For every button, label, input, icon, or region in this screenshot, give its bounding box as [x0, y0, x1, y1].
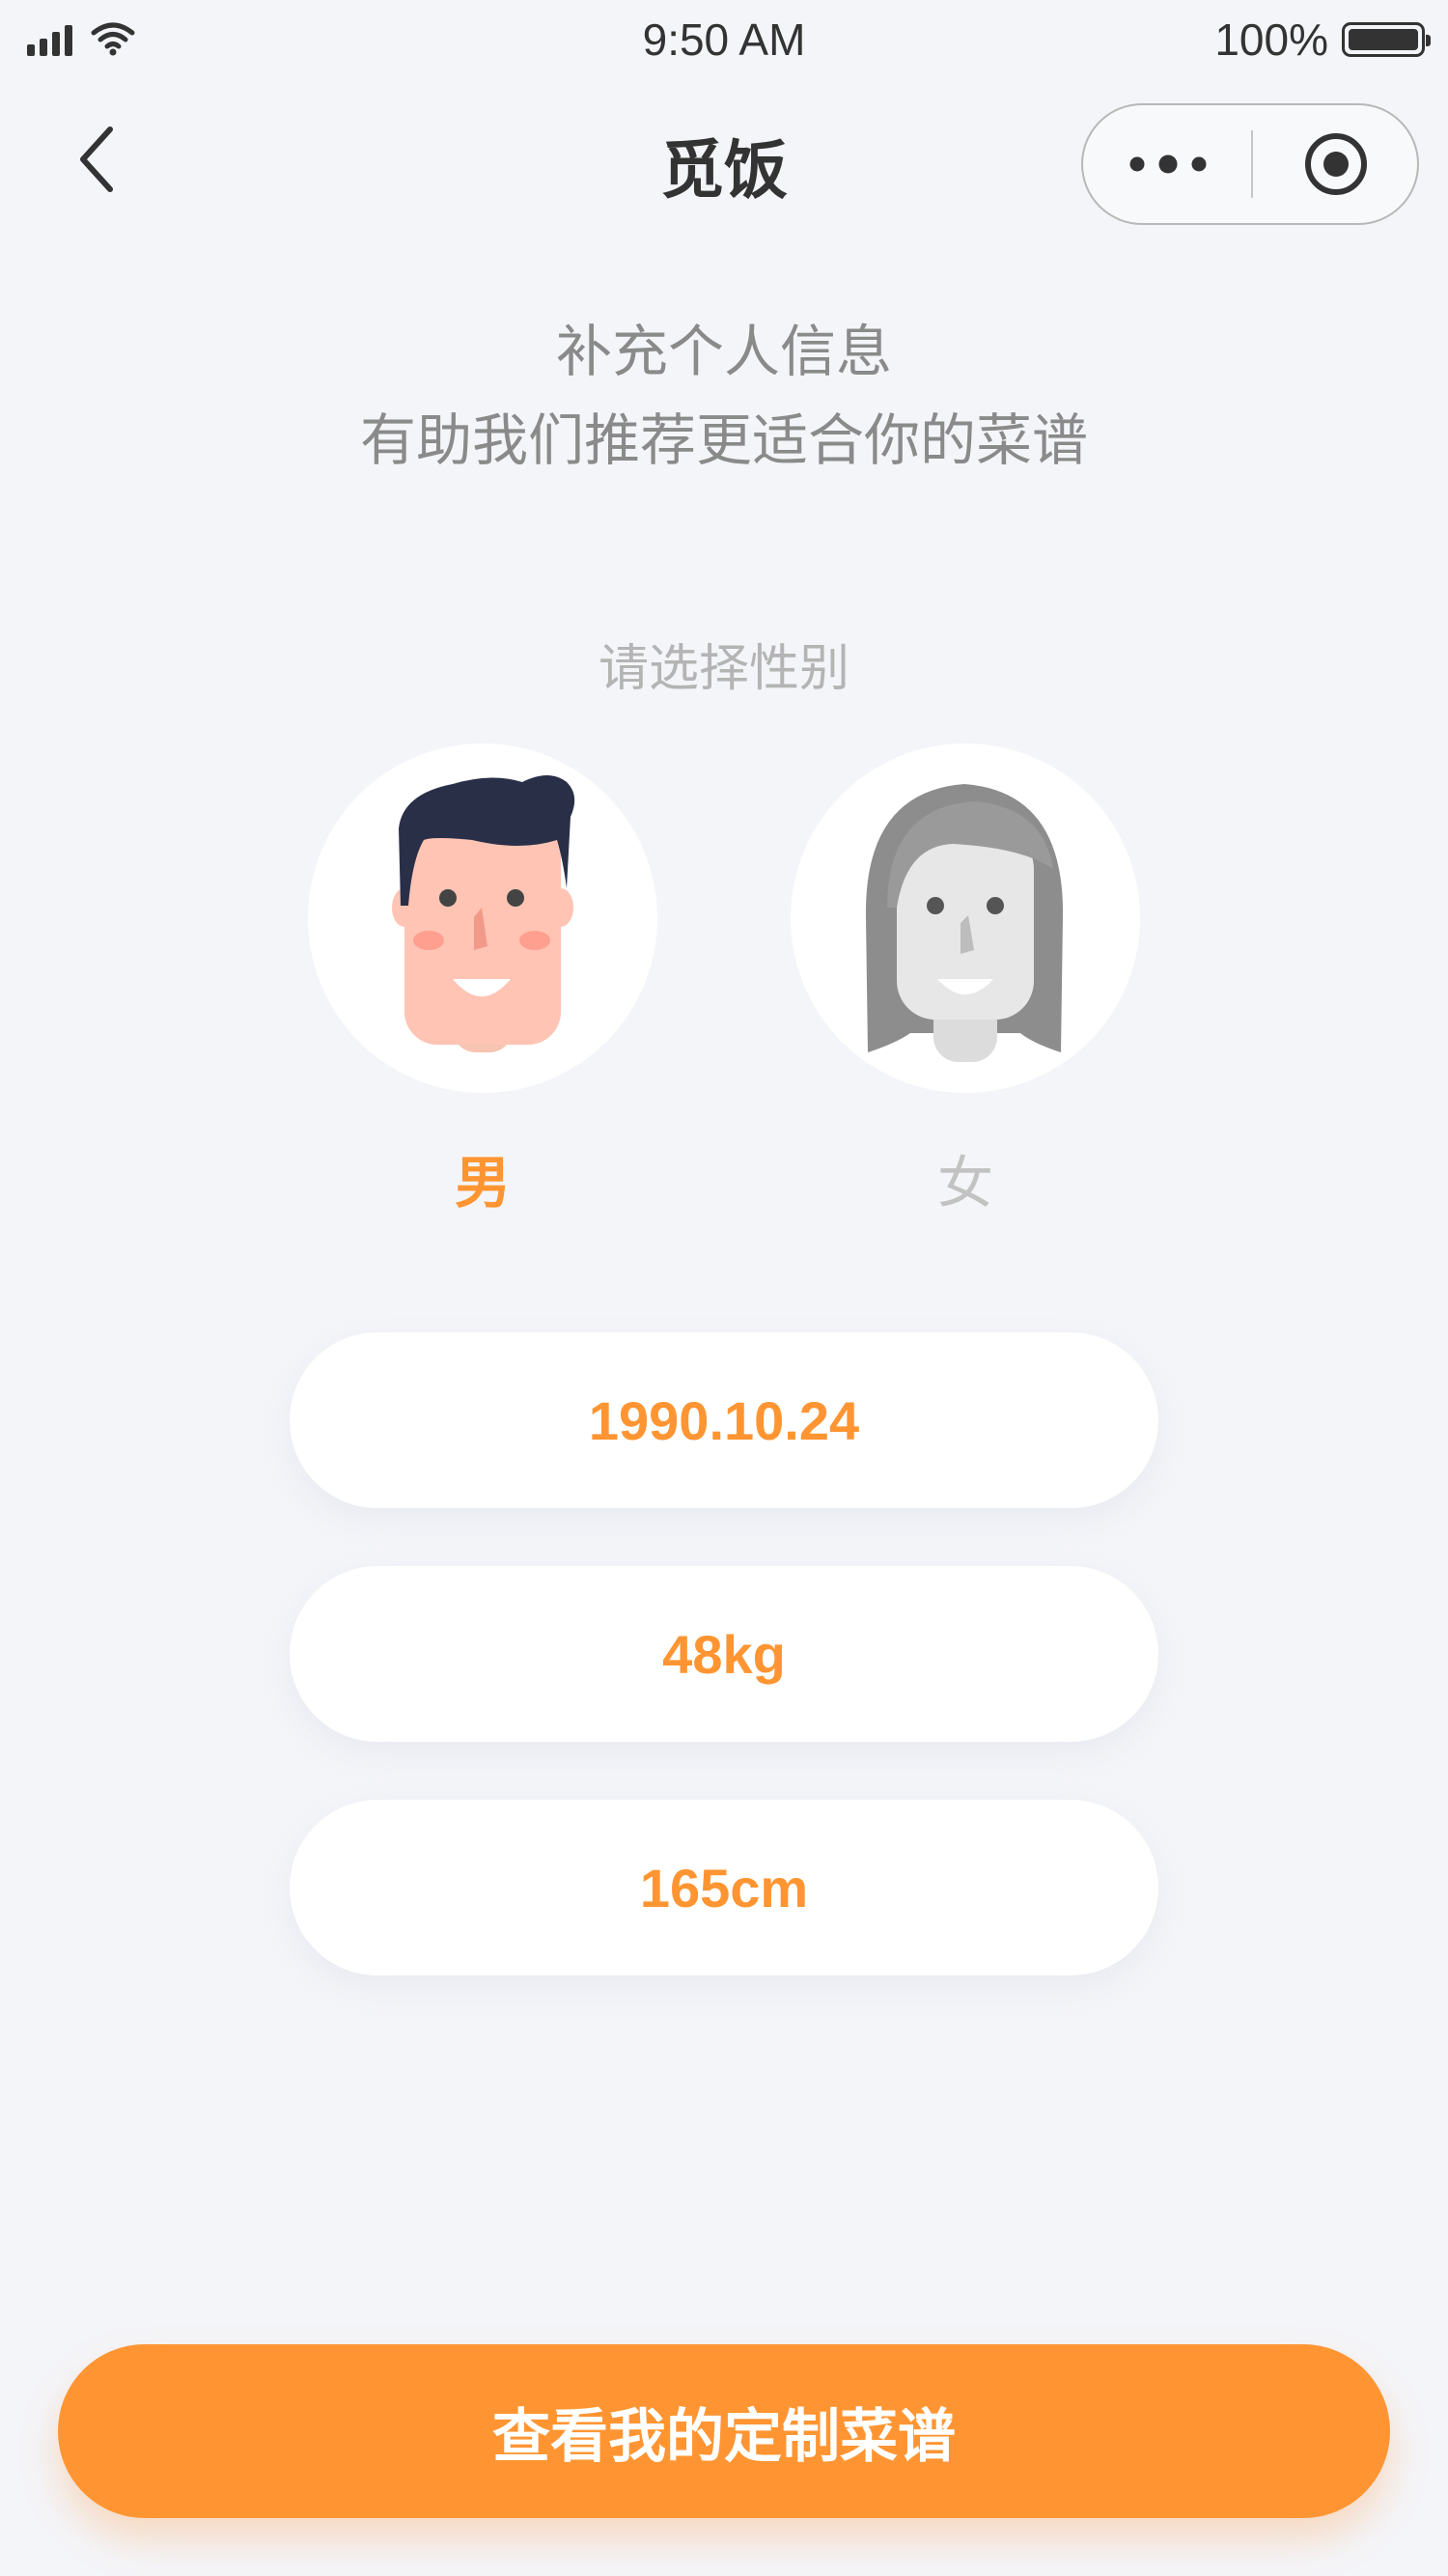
view-custom-recipes-button[interactable]: 查看我的定制菜谱: [58, 2344, 1390, 2518]
weight-field[interactable]: 48kg: [290, 1566, 1158, 1742]
gender-option-female[interactable]: 女: [791, 743, 1140, 1226]
gender-prompt: 请选择性别: [598, 640, 849, 698]
close-button[interactable]: [1253, 105, 1419, 223]
more-button[interactable]: [1083, 105, 1252, 223]
status-right: 100%: [1214, 14, 1431, 66]
gender-label-male: 男: [454, 1150, 511, 1216]
male-avatar[interactable]: [308, 743, 657, 1093]
status-bar: 9:50 AM 100%: [0, 0, 1448, 87]
female-avatar-icon: [865, 784, 1064, 1062]
intro-text: 补充个人信息 有助我们推荐更适合你的菜谱: [0, 307, 1448, 485]
female-avatar[interactable]: [791, 743, 1140, 1093]
battery-icon: [1342, 22, 1431, 57]
gender-label-female: 女: [936, 1150, 993, 1216]
intro-line-1: 补充个人信息: [555, 319, 892, 384]
more-icon: [1129, 154, 1206, 174]
battery-percent: 100%: [1214, 14, 1328, 65]
intro-line-2: 有助我们推荐更适合你的菜谱: [359, 407, 1088, 473]
gender-option-male[interactable]: 男: [308, 743, 657, 1226]
height-field[interactable]: 165cm: [290, 1800, 1158, 1975]
male-avatar-icon: [392, 775, 575, 1052]
mini-program-capsule: [1081, 103, 1419, 225]
birthday-field[interactable]: 1990.10.24: [290, 1332, 1158, 1508]
close-target-icon: [1305, 133, 1367, 195]
nav-bar: 觅饭: [0, 92, 1448, 227]
